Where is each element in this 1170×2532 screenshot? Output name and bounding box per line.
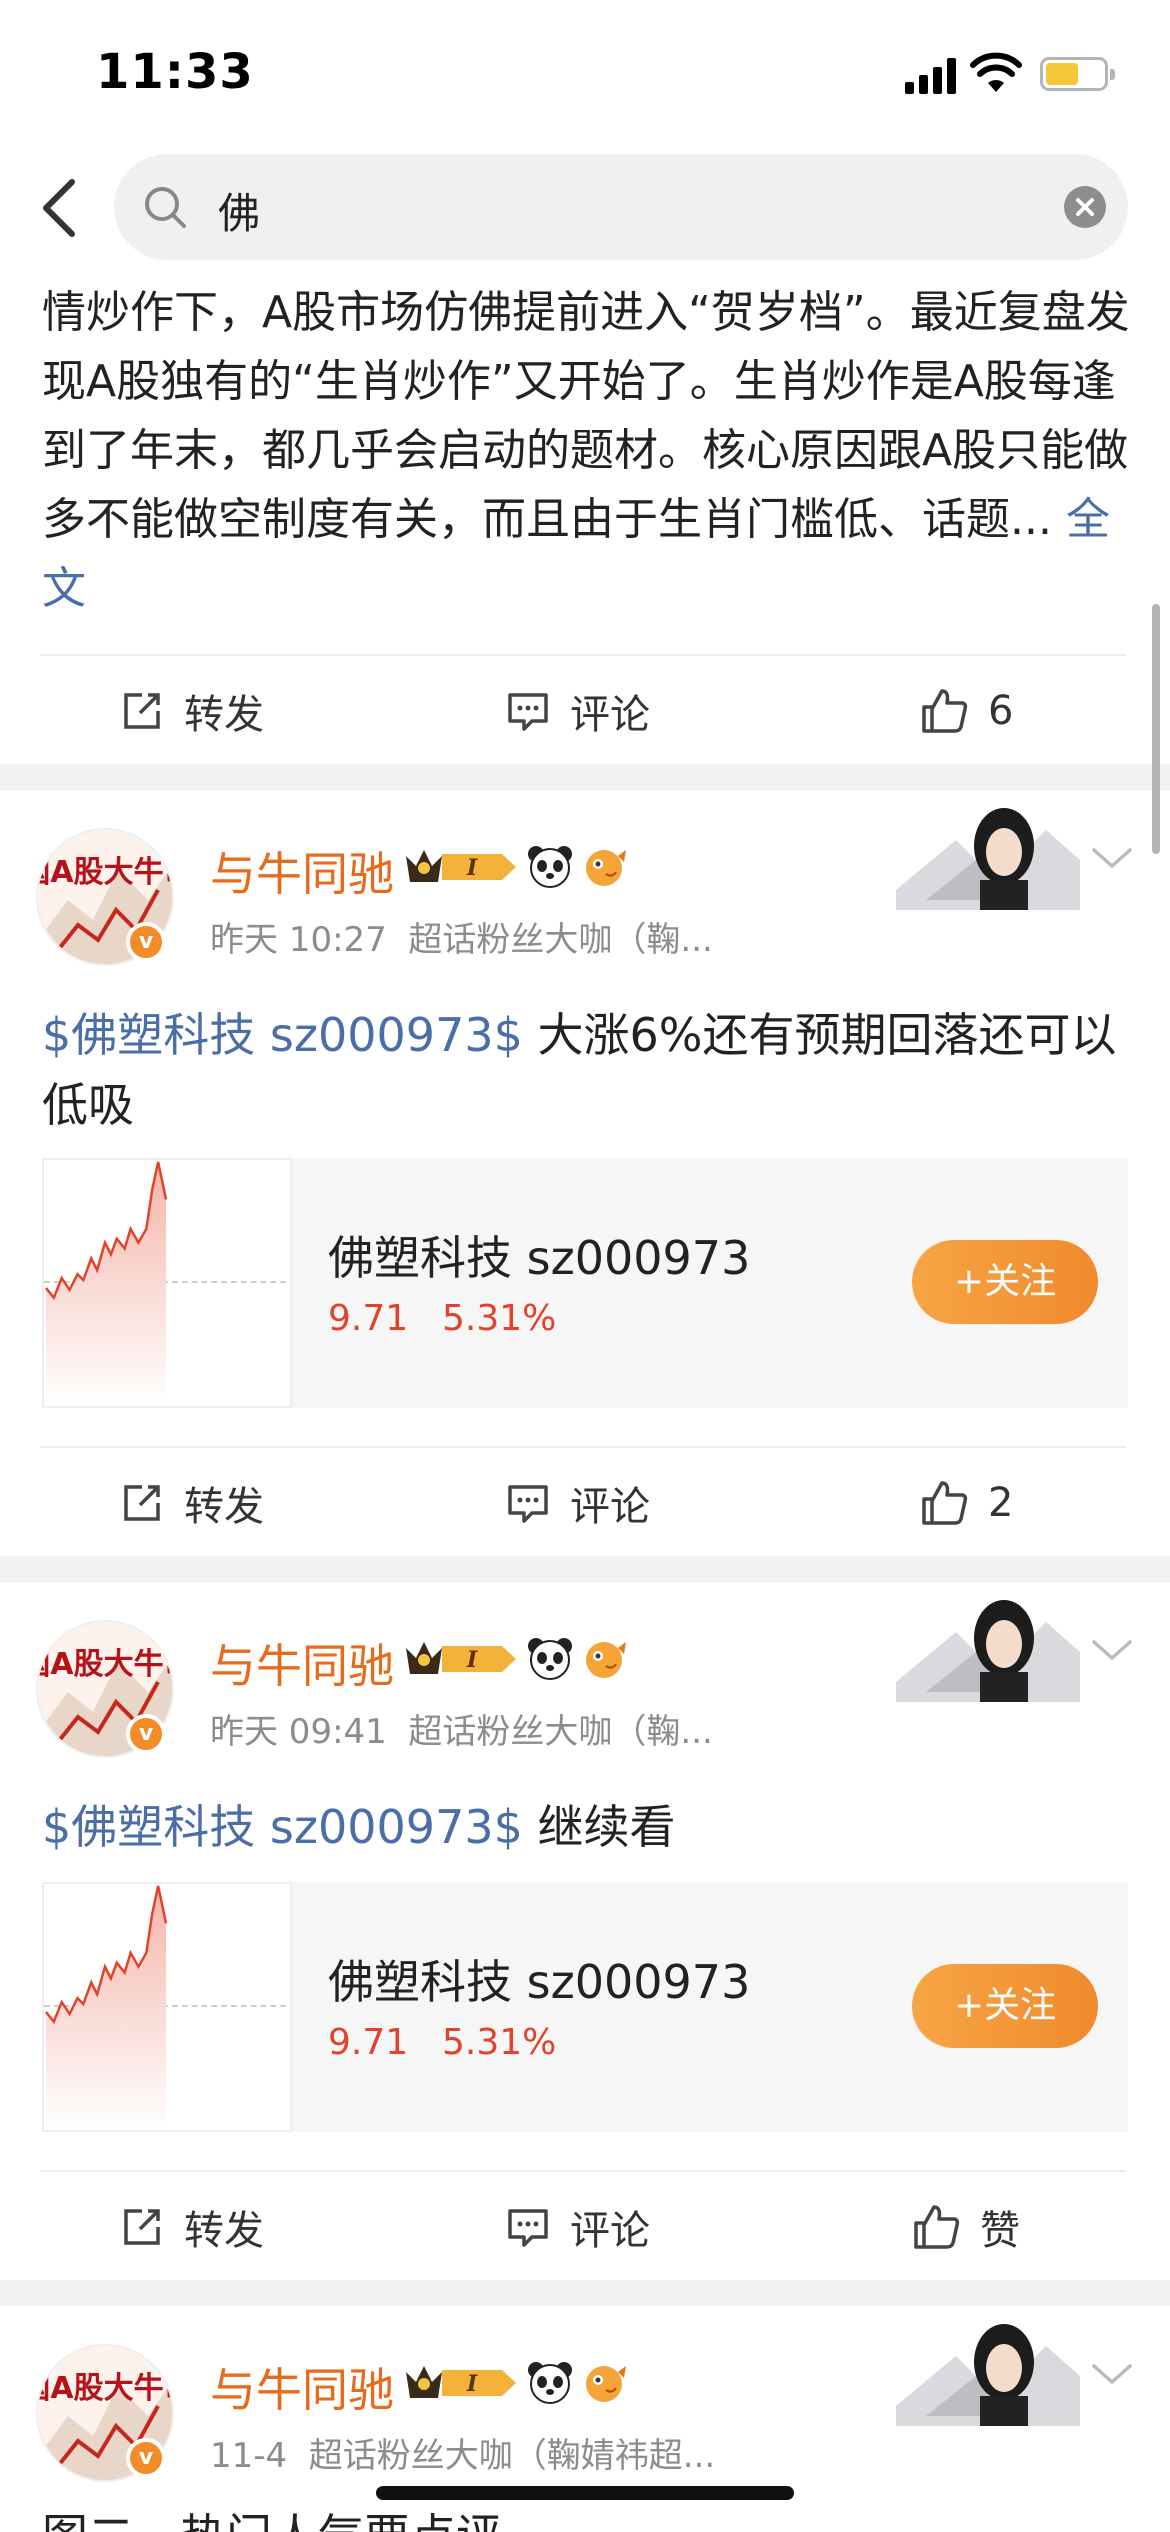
post-body-text: 情炒作下，A股市场仿佛提前进入“贺岁档”。最近复盘发现A股独有的“生肖炒作”又开…	[42, 287, 1130, 614]
like-label: 赞	[980, 2208, 1020, 2254]
post-text: $佛塑科技 sz000973$ 大涨6%还有预期回落还可以低吸	[42, 1008, 1117, 1132]
avatar-text: 国A股大牛市	[38, 2371, 174, 2406]
status-time: 11:33	[96, 44, 254, 100]
fish-icon	[586, 1642, 626, 1678]
crown-badge-icon: I	[406, 850, 516, 882]
comment-icon	[508, 693, 548, 731]
verified-badge-icon: v	[126, 1714, 166, 1754]
wifi-icon	[970, 52, 1022, 92]
stock-cashtag-link[interactable]: $佛塑科技 sz000973$	[42, 1800, 523, 1854]
separator	[0, 2280, 1170, 2306]
action-bar: 转发 评论 6	[40, 654, 1126, 764]
fish-icon	[586, 850, 626, 886]
stock-price: 9.71	[328, 1298, 409, 1339]
follow-button[interactable]: +关注	[912, 1964, 1098, 2048]
chevron-down-icon[interactable]	[1088, 1636, 1136, 1666]
follow-button[interactable]: +关注	[912, 1240, 1098, 1324]
post-text-peek: 图二，热门人气要点评	[42, 2500, 502, 2532]
panda-icon	[528, 2362, 572, 2404]
like-icon	[922, 689, 968, 733]
status-bar: 11:33	[0, 0, 1170, 150]
search-bar[interactable]: 佛	[114, 154, 1128, 260]
stock-name: 佛塑科技 sz000973	[328, 1231, 751, 1285]
profile-decoration	[896, 1600, 1080, 1702]
separator	[0, 764, 1170, 790]
user-name[interactable]: 与牛同驰	[210, 838, 394, 904]
like-count: 6	[988, 688, 1014, 734]
user-badges: I	[402, 842, 628, 892]
stock-change: 5.31%	[442, 2022, 557, 2063]
repost-icon	[124, 2209, 160, 2245]
signal-icon	[905, 58, 957, 94]
stock-change: 5.31%	[442, 1298, 557, 1339]
back-icon[interactable]	[30, 172, 90, 244]
user-badges: I	[402, 1634, 628, 1684]
avatar-text: 国A股大牛市	[38, 855, 174, 890]
like-icon	[922, 1481, 968, 1525]
profile-decoration	[896, 808, 1080, 910]
panda-icon	[528, 846, 572, 888]
comment-icon	[508, 2209, 548, 2247]
svg-text:I: I	[466, 1647, 478, 1673]
comment-icon	[508, 1485, 548, 1523]
like-button[interactable]: 6	[920, 656, 1013, 766]
fish-icon	[586, 2366, 626, 2402]
panda-icon	[528, 1638, 572, 1680]
stock-name: 佛塑科技 sz000973	[328, 1955, 751, 2009]
comment-button[interactable]: 评论	[506, 1448, 650, 1558]
search-input[interactable]: 佛	[218, 180, 260, 241]
comment-label: 评论	[570, 692, 650, 738]
repost-icon	[124, 693, 160, 729]
user-name[interactable]: 与牛同驰	[210, 2354, 394, 2420]
repost-icon	[124, 1485, 160, 1521]
comment-label: 评论	[570, 1484, 650, 1530]
post-text: $佛塑科技 sz000973$ 继续看	[42, 1800, 676, 1854]
comment-button[interactable]: 评论	[506, 2172, 650, 2282]
stock-price: 9.71	[328, 2022, 409, 2063]
repost-label: 转发	[184, 692, 264, 738]
crown-badge-icon: I	[406, 1642, 516, 1674]
action-bar: 转发 评论 2	[40, 1446, 1126, 1556]
svg-text:I: I	[466, 2371, 478, 2397]
like-icon	[914, 2205, 960, 2249]
like-count: 2	[988, 1480, 1014, 1526]
comment-button[interactable]: 评论	[506, 656, 650, 766]
like-button[interactable]: 2	[920, 1448, 1013, 1558]
chevron-down-icon[interactable]	[1088, 2360, 1136, 2390]
battery-icon	[1040, 57, 1115, 91]
stock-cashtag-link[interactable]: $佛塑科技 sz000973$	[42, 1008, 523, 1062]
stock-chart-thumbnail	[42, 1158, 292, 1408]
post-meta: 11-4 超话粉丝大咖（鞠婧祎超...	[210, 2436, 716, 2476]
stock-card[interactable]: 佛塑科技 sz000973 9.71 5.31% +关注	[42, 1158, 1128, 1408]
repost-button[interactable]: 转发	[120, 656, 264, 766]
user-badges: I	[402, 2358, 628, 2408]
home-indicator[interactable]	[376, 2486, 794, 2500]
repost-label: 转发	[184, 2208, 264, 2254]
chevron-down-icon[interactable]	[1088, 844, 1136, 874]
verified-badge-icon: v	[126, 922, 166, 962]
profile-decoration	[896, 2324, 1080, 2426]
stock-chart-thumbnail	[42, 1882, 292, 2132]
repost-button[interactable]: 转发	[120, 1448, 264, 1558]
svg-text:I: I	[466, 855, 478, 881]
verified-badge-icon: v	[126, 2438, 166, 2478]
avatar-text: 国A股大牛市	[38, 1647, 174, 1682]
post-card[interactable]: 国A股大牛市 v 与牛同驰 I 昨天 09:41 超话粉丝大咖（鞠... $佛塑…	[0, 1582, 1170, 2282]
action-bar: 转发 评论 赞	[40, 2170, 1126, 2280]
repost-label: 转发	[184, 1484, 264, 1530]
post-meta: 昨天 10:27 超话粉丝大咖（鞠...	[210, 920, 713, 960]
post-card[interactable]: 国A股大牛市 v 与牛同驰 I 昨天 10:27 超话粉丝大咖（鞠... $佛塑…	[0, 790, 1170, 1560]
separator	[0, 1556, 1170, 1582]
stock-card[interactable]: 佛塑科技 sz000973 9.71 5.31% +关注	[42, 1882, 1128, 2132]
search-icon	[145, 187, 186, 228]
crown-badge-icon: I	[406, 2366, 516, 2398]
comment-label: 评论	[570, 2208, 650, 2254]
clear-icon[interactable]	[1064, 186, 1106, 228]
like-button[interactable]: 赞	[912, 2172, 1020, 2282]
repost-button[interactable]: 转发	[120, 2172, 264, 2282]
post-meta: 昨天 09:41 超话粉丝大咖（鞠...	[210, 1712, 713, 1752]
scrollbar[interactable]	[1152, 604, 1160, 854]
user-name[interactable]: 与牛同驰	[210, 1630, 394, 1696]
search-header: 佛	[0, 150, 1170, 268]
